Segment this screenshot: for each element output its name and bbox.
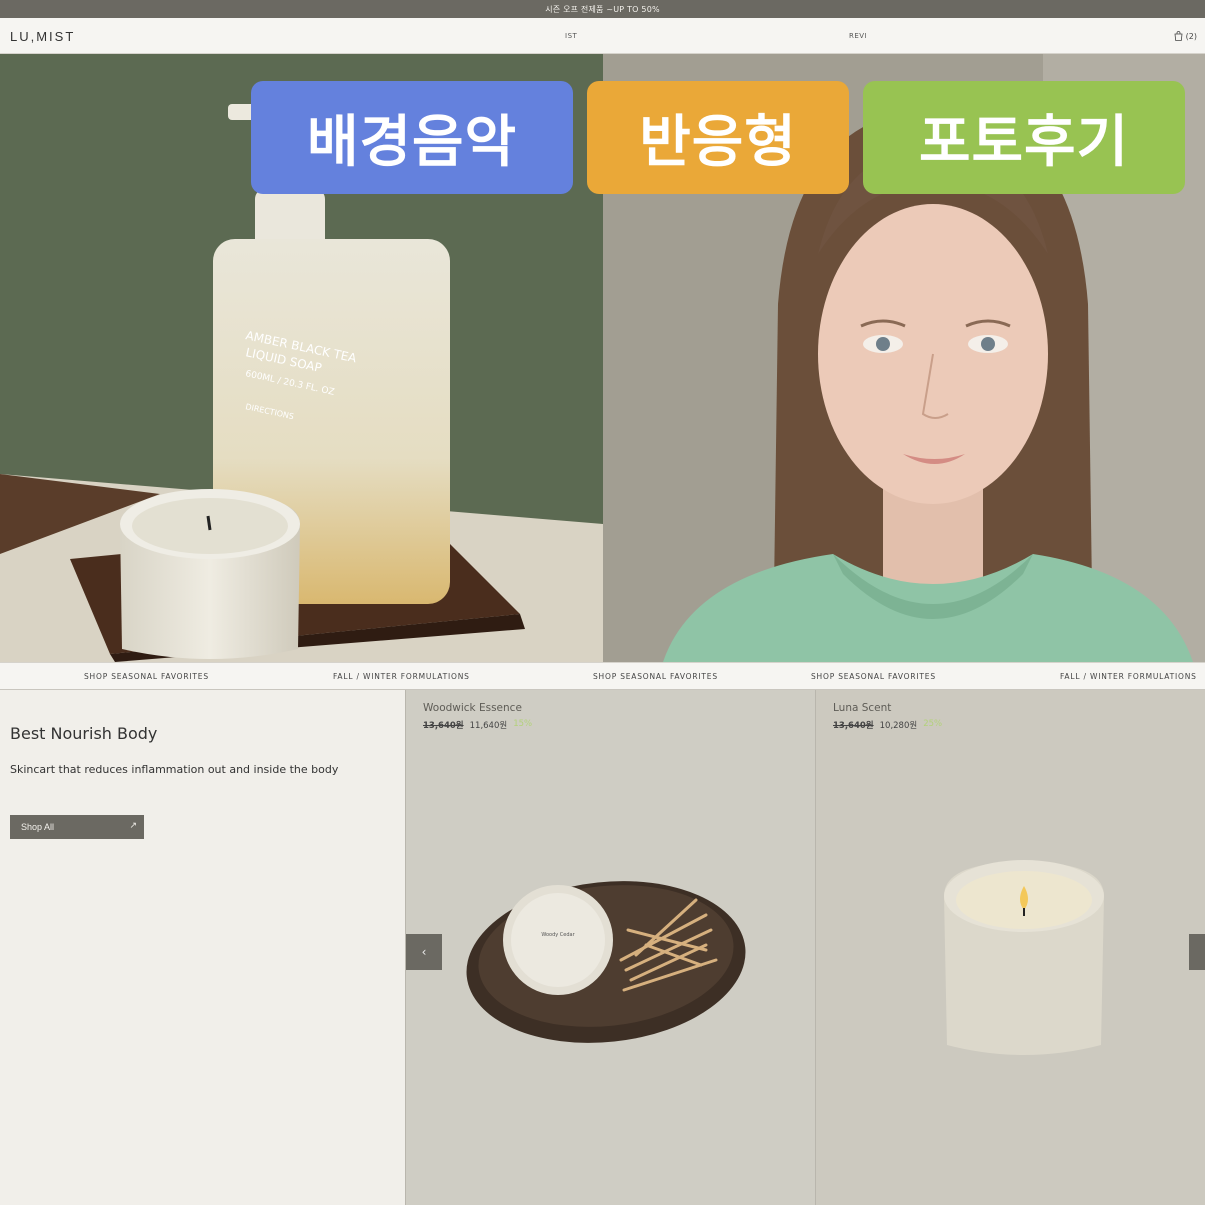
cart-icon bbox=[1174, 31, 1183, 41]
badge-responsive: 반응형 bbox=[587, 81, 849, 194]
marquee-item[interactable]: SHOP SEASONAL FAVORITES bbox=[811, 672, 936, 681]
announcement-bar: 시즌 오프 전제품 ~UP TO 50% bbox=[0, 0, 1205, 18]
section-title: Best Nourish Body bbox=[10, 724, 158, 743]
product-price: 13,640원 11,640원 15% bbox=[423, 719, 532, 731]
product-discount: 15% bbox=[513, 719, 533, 729]
site-logo[interactable]: LU,MIST bbox=[10, 29, 75, 44]
lid-label: Woody Cedar bbox=[541, 932, 575, 938]
shop-all-label: Shop All bbox=[21, 822, 55, 832]
section-intro: Best Nourish Body Skincart that reduces … bbox=[0, 690, 405, 1205]
product-old-price: 13,640원 bbox=[833, 721, 874, 731]
announcement-text: 시즌 오프 전제품 ~UP TO 50% bbox=[545, 4, 660, 14]
badge-background-music: 배경음악 bbox=[251, 81, 573, 194]
luna-scent-product-image bbox=[944, 860, 1104, 1055]
chevron-left-icon: ‹ bbox=[421, 945, 427, 959]
product-card-woodwick[interactable]: Woodwick Essence 13,640원 11,640원 15% Woo… bbox=[405, 690, 815, 1205]
cart-count: (2) bbox=[1185, 31, 1197, 41]
product-name[interactable]: Woodwick Essence bbox=[423, 702, 522, 714]
product-sale-price: 10,280원 bbox=[879, 721, 918, 731]
product-price: 13,640원 10,280원 25% bbox=[833, 719, 942, 731]
nav-item-partial[interactable]: IST bbox=[565, 32, 577, 40]
arrow-up-right-icon: ↗ bbox=[129, 820, 137, 830]
carousel-next-button[interactable] bbox=[1189, 934, 1205, 970]
marquee-item[interactable]: SHOP SEASONAL FAVORITES bbox=[593, 672, 718, 681]
site-header: LU,MIST IST REVI (2) bbox=[0, 18, 1205, 54]
marquee-strip: SHOP SEASONAL FAVORITES FALL / WINTER FO… bbox=[0, 662, 1205, 690]
marquee-item[interactable]: FALL / WINTER FORMULATIONS bbox=[333, 672, 470, 681]
product-name[interactable]: Luna Scent bbox=[833, 702, 891, 714]
product-discount: 25% bbox=[923, 719, 943, 729]
product-old-price: 13,640원 bbox=[423, 721, 464, 731]
woodwick-product-image: Woody Cedar bbox=[466, 881, 746, 1043]
badge-photo-review: 포토후기 bbox=[863, 81, 1185, 194]
product-section: Best Nourish Body Skincart that reduces … bbox=[0, 690, 1205, 1205]
shop-all-button[interactable]: Shop All ↗ bbox=[10, 815, 144, 839]
carousel-prev-button[interactable]: ‹ bbox=[406, 934, 442, 970]
marquee-item[interactable]: SHOP SEASONAL FAVORITES bbox=[84, 672, 209, 681]
section-subtitle: Skincart that reduces inflammation out a… bbox=[10, 763, 339, 776]
hero-banner: AMBER BLACK TEA LIQUID SOAP 600ML / 20.3… bbox=[0, 54, 1205, 662]
cart-button[interactable]: (2) bbox=[1174, 31, 1197, 41]
nav-item-reviews-partial[interactable]: REVI bbox=[849, 32, 867, 40]
product-sale-price: 11,640원 bbox=[469, 721, 508, 731]
product-card-luna-scent[interactable]: Luna Scent 13,640원 10,280원 25% bbox=[815, 690, 1205, 1205]
marquee-item[interactable]: FALL / WINTER FORMULATIONS bbox=[1060, 672, 1197, 681]
